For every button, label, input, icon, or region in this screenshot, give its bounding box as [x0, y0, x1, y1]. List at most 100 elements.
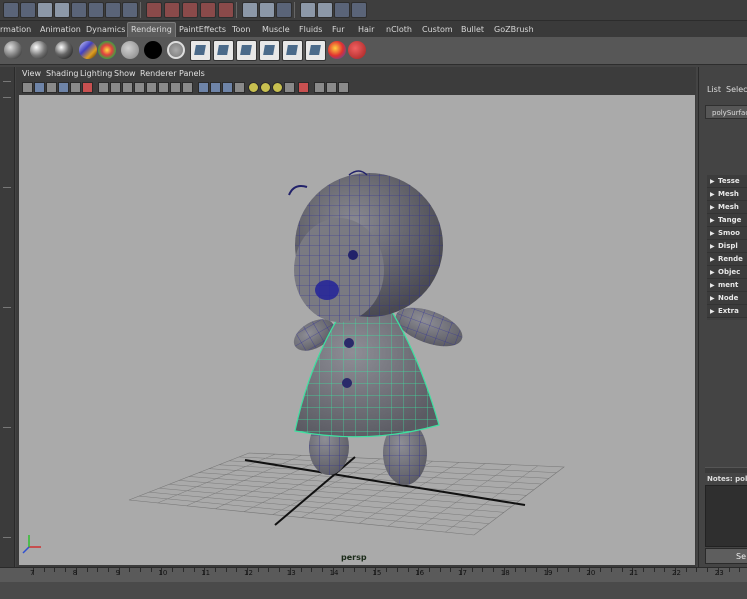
spot-light-icon[interactable] — [213, 40, 234, 61]
attribute-section[interactable]: ▶ Smoo — [707, 227, 747, 240]
textured-icon[interactable] — [234, 82, 245, 93]
tab-rendering[interactable]: Rendering — [127, 22, 176, 37]
attribute-section[interactable]: ▶ Tesse — [707, 175, 747, 188]
safe-title-icon[interactable] — [170, 82, 181, 93]
lasso-tool-icon[interactable] — [20, 2, 36, 18]
tool-settings-icon[interactable] — [317, 2, 333, 18]
input-line-icon[interactable] — [242, 2, 258, 18]
wireframe-on-shaded-icon[interactable] — [222, 82, 233, 93]
volume-light-icon[interactable] — [282, 40, 303, 61]
two-d-pan-icon[interactable] — [70, 82, 81, 93]
ae-tab-list[interactable]: List — [707, 85, 721, 94]
tab-toon[interactable]: Toon — [232, 23, 250, 36]
attribute-section[interactable]: ▶ ment — [707, 279, 747, 292]
grease-pencil-icon[interactable] — [82, 82, 93, 93]
tab-dynamics[interactable]: Dynamics — [86, 23, 125, 36]
snap-curve-icon[interactable] — [71, 2, 87, 18]
sidebar-toggle-icon[interactable] — [259, 2, 275, 18]
ambient-light-icon[interactable] — [305, 40, 326, 61]
select-button[interactable]: Se — [705, 548, 747, 564]
menu-shading[interactable]: Shading — [46, 68, 79, 80]
directional-light-icon[interactable] — [190, 40, 211, 61]
node-name-field[interactable]: polySurface — [705, 105, 747, 119]
history-icon[interactable] — [122, 2, 138, 18]
menu-lighting[interactable]: Lighting — [80, 68, 112, 80]
tab-gozbrush[interactable]: GoZBrush — [494, 23, 534, 36]
hypershade-icon[interactable] — [200, 2, 216, 18]
ipr-render-icon[interactable] — [164, 2, 180, 18]
smooth-shade-icon[interactable] — [210, 82, 221, 93]
attribute-section[interactable]: ▶ Mesh — [707, 188, 747, 201]
backface-culling-icon[interactable] — [338, 82, 349, 93]
tab-custom[interactable]: Custom — [422, 23, 453, 36]
attribute-section[interactable]: ▶ Mesh — [707, 201, 747, 214]
point-light-icon[interactable] — [236, 40, 257, 61]
3d-viewport[interactable]: persp — [19, 95, 695, 565]
image-plane-icon[interactable] — [58, 82, 69, 93]
screen-space-ao-icon[interactable] — [272, 82, 283, 93]
field-chart-icon[interactable] — [146, 82, 157, 93]
attribute-section[interactable]: ▶ Displ — [707, 240, 747, 253]
tab-animation[interactable]: Animation — [40, 23, 81, 36]
menu-renderer[interactable]: Renderer — [140, 68, 177, 80]
bookmark-icon[interactable] — [46, 82, 57, 93]
notes-field[interactable] — [705, 485, 747, 547]
use-background-icon[interactable] — [144, 41, 162, 59]
menu-panels[interactable]: Panels — [179, 68, 205, 80]
ramp-shader-icon[interactable] — [98, 41, 116, 59]
film-gate-icon[interactable] — [110, 82, 121, 93]
tab-muscle[interactable]: Muscle — [262, 23, 290, 36]
phong-material-icon[interactable] — [55, 41, 73, 59]
shadows-icon[interactable] — [260, 82, 271, 93]
snap-point-icon[interactable] — [88, 2, 104, 18]
tab-animation-partial[interactable]: rmation — [0, 23, 31, 36]
camera-attributes-icon[interactable] — [34, 82, 45, 93]
blinn-material-icon[interactable] — [30, 41, 48, 59]
tab-ncloth[interactable]: nCloth — [386, 23, 412, 36]
snap-grid-icon[interactable] — [54, 2, 70, 18]
shading-map-icon[interactable] — [167, 41, 185, 59]
paint-texture-icon[interactable] — [348, 41, 366, 59]
tab-fur[interactable]: Fur — [332, 23, 345, 36]
resolution-gate-icon[interactable] — [122, 82, 133, 93]
surface-shader-icon[interactable] — [121, 41, 139, 59]
attribute-section[interactable]: ▶ Rende — [707, 253, 747, 266]
xray-joints-icon[interactable] — [326, 82, 337, 93]
safe-action-icon[interactable] — [158, 82, 169, 93]
ae-tab-selected[interactable]: Selecte — [726, 85, 747, 94]
gate-mask-icon[interactable] — [134, 82, 145, 93]
render-settings-icon[interactable] — [182, 2, 198, 18]
attribute-section[interactable]: ▶ Objec — [707, 266, 747, 279]
channel-box-icon[interactable] — [276, 2, 292, 18]
lambert-material-icon[interactable] — [4, 41, 22, 59]
help-icon[interactable] — [105, 2, 121, 18]
attribute-section[interactable]: ▶ Extra — [707, 305, 747, 318]
layer-editor-icon[interactable] — [351, 2, 367, 18]
modeling-toolkit-icon[interactable] — [334, 2, 350, 18]
attribute-editor-icon[interactable] — [300, 2, 316, 18]
tab-bullet[interactable]: Bullet — [461, 23, 484, 36]
area-light-icon[interactable] — [259, 40, 280, 61]
wireframe-mode-icon[interactable] — [198, 82, 209, 93]
range-slider[interactable] — [0, 582, 747, 599]
grid-toggle-icon[interactable] — [98, 82, 109, 93]
attribute-section[interactable]: ▶ Node — [707, 292, 747, 305]
isolate-select-icon[interactable] — [314, 82, 325, 93]
menu-show[interactable]: Show — [114, 68, 136, 80]
tab-hair[interactable]: Hair — [358, 23, 374, 36]
render-view-icon[interactable] — [218, 2, 234, 18]
xray-icon[interactable] — [298, 82, 309, 93]
tab-painteffects[interactable]: PaintEffects — [179, 23, 226, 36]
select-camera-icon[interactable] — [22, 82, 33, 93]
sync-camera-icon[interactable] — [182, 82, 193, 93]
use-all-lights-icon[interactable] — [248, 82, 259, 93]
menu-view[interactable]: View — [22, 68, 41, 80]
anisotropic-material-icon[interactable] — [79, 41, 97, 59]
attribute-section[interactable]: ▶ Tange — [707, 214, 747, 227]
tab-fluids[interactable]: Fluids — [299, 23, 322, 36]
motion-blur-icon[interactable] — [284, 82, 295, 93]
time-slider[interactable]: 7 8 9 10 11 12 13 14 15 16 17 18 19 20 21 22 23 — [0, 567, 747, 599]
paint-select-icon[interactable] — [37, 2, 53, 18]
hypershade-shelf-icon[interactable] — [328, 41, 346, 59]
render-icon[interactable] — [146, 2, 162, 18]
